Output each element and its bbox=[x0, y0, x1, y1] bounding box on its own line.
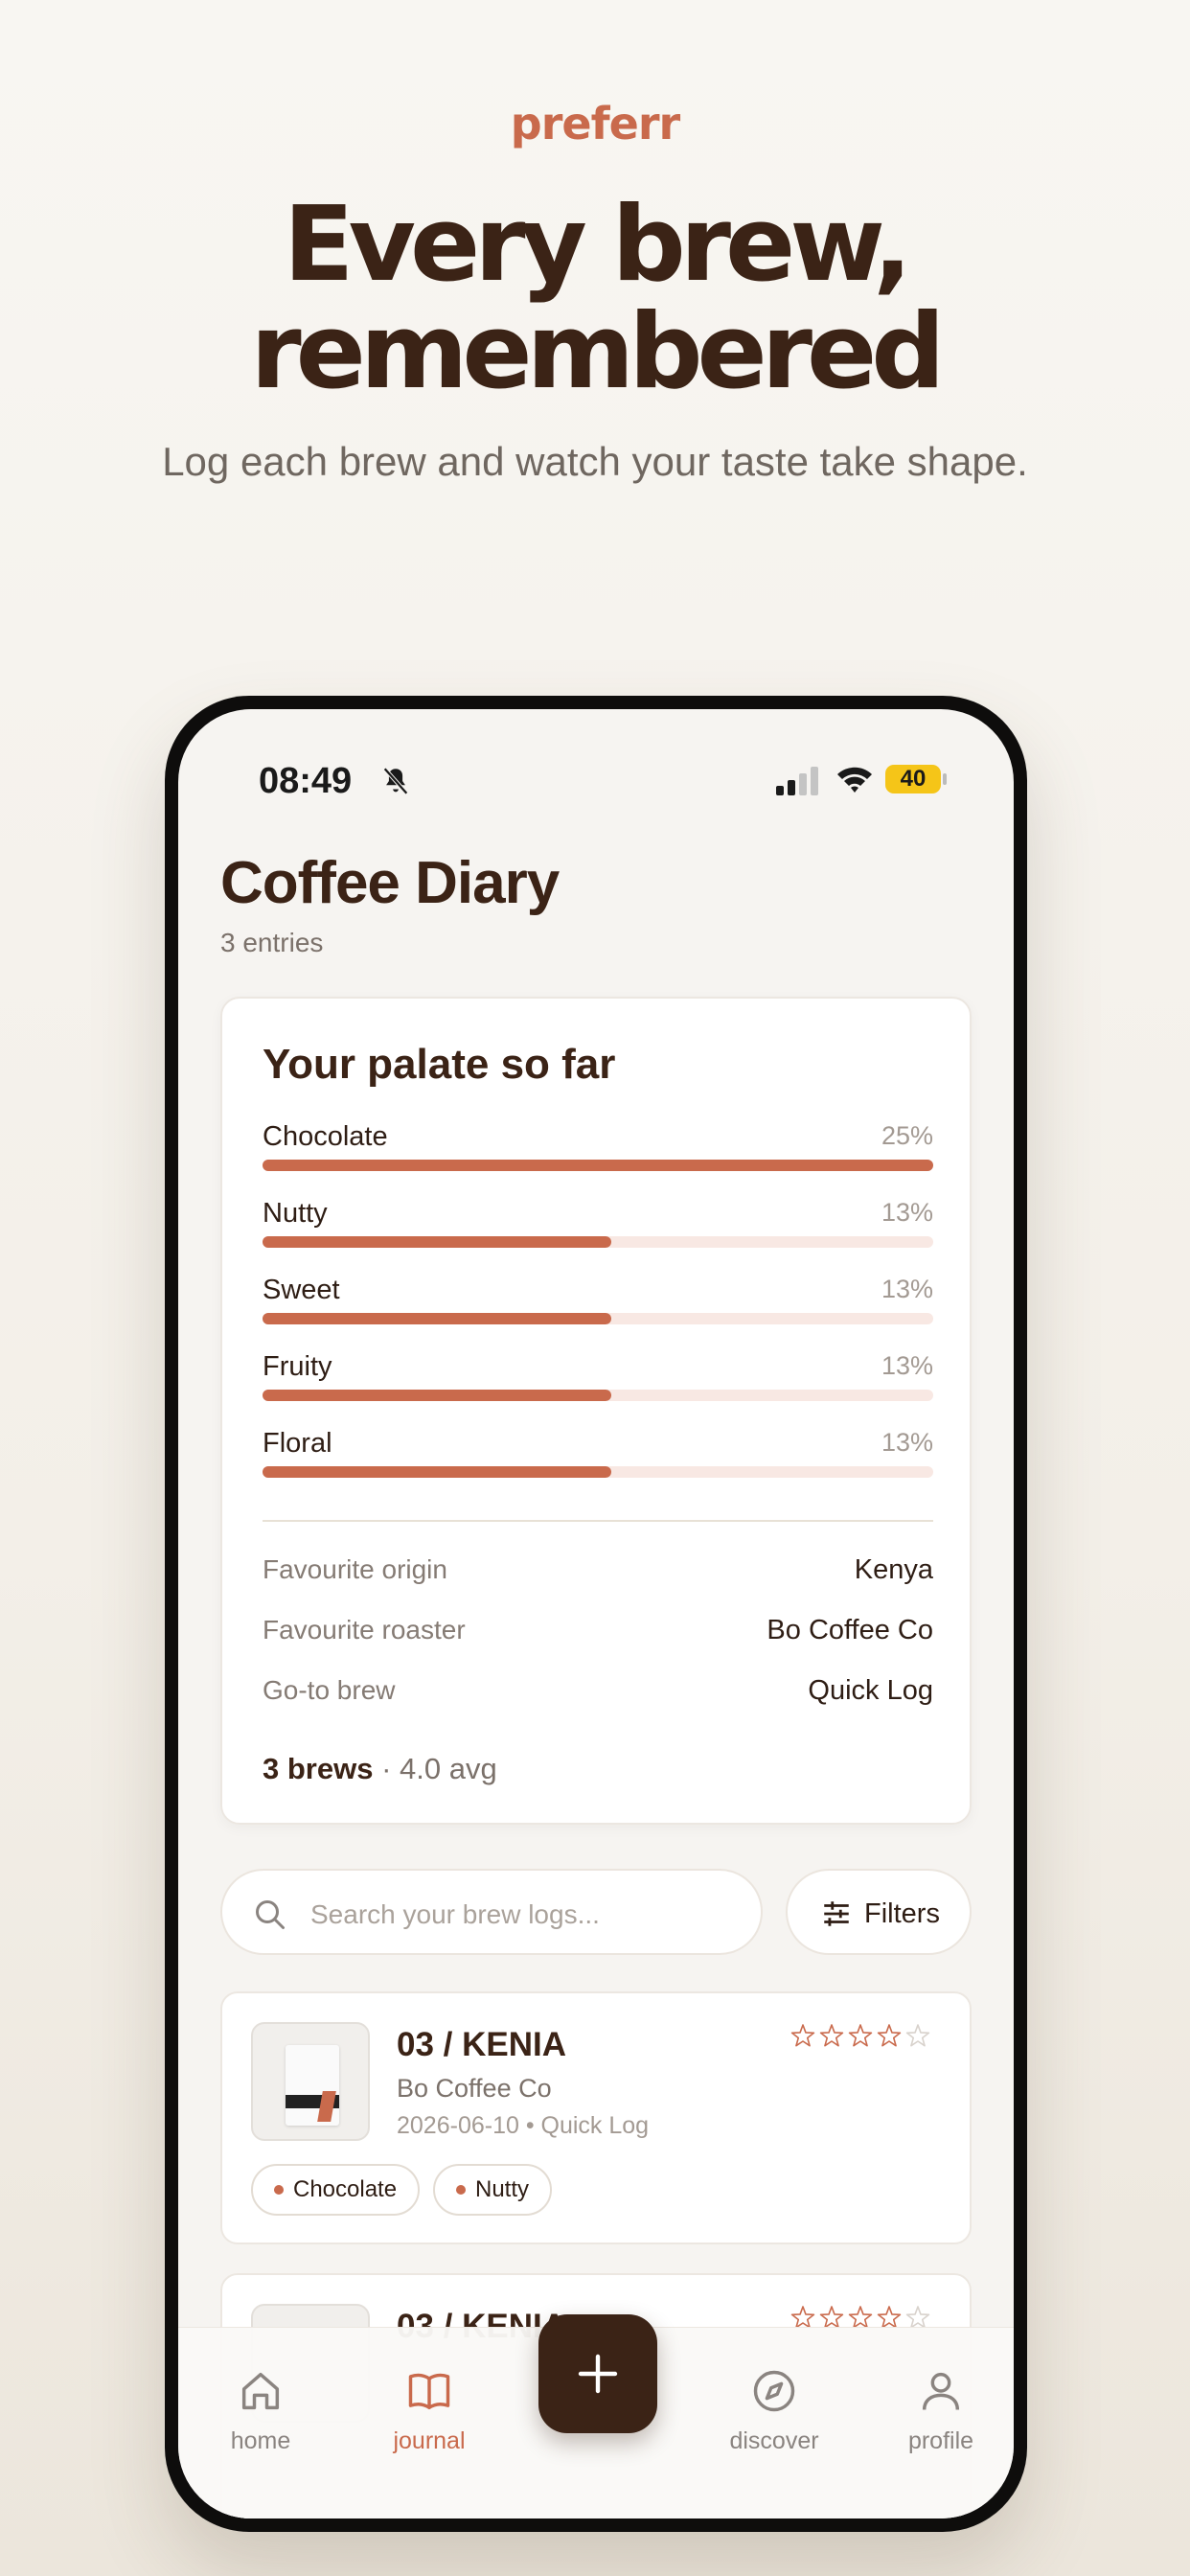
summary-count: 3 brews bbox=[263, 1752, 374, 1785]
headline-line-1: Every brew, bbox=[283, 185, 912, 305]
home-icon bbox=[241, 2372, 280, 2410]
star-icon bbox=[819, 2306, 844, 2329]
marketing-subhead: Log each brew and watch your taste take … bbox=[162, 439, 1028, 484]
flavor-percent: 13% bbox=[881, 1198, 933, 1227]
tab-discover[interactable]: discover bbox=[707, 2366, 841, 2472]
tab-label: profile bbox=[907, 2427, 974, 2454]
star-rating bbox=[790, 2024, 930, 2047]
stat-row-brew: Go-to brew Quick Log bbox=[263, 1675, 933, 1714]
palate-card: Your palate so far Chocolate 25% Nutty 1… bbox=[220, 997, 972, 1825]
stat-value: Quick Log bbox=[808, 1675, 933, 1706]
flavor-row: Chocolate 25% bbox=[263, 1121, 933, 1179]
signal-icon bbox=[776, 767, 818, 795]
flavor-name: Fruity bbox=[263, 1351, 332, 1382]
palate-divider bbox=[263, 1520, 933, 1522]
flavor-bar-track bbox=[263, 1160, 933, 1171]
flavor-percent: 25% bbox=[881, 1121, 933, 1150]
star-icon bbox=[819, 2024, 844, 2047]
star-icon bbox=[905, 2024, 930, 2047]
flavor-percent: 13% bbox=[881, 1428, 933, 1457]
compass-icon bbox=[753, 2370, 795, 2412]
page-title: Coffee Diary bbox=[220, 850, 560, 916]
flavor-percent: 13% bbox=[881, 1275, 933, 1303]
star-icon bbox=[877, 2306, 902, 2329]
flavor-name: Floral bbox=[263, 1428, 332, 1459]
flavor-name: Chocolate bbox=[263, 1121, 388, 1152]
bell-muted-icon bbox=[383, 767, 408, 795]
filters-button[interactable]: Filters bbox=[786, 1869, 972, 1955]
plus-icon bbox=[578, 2354, 618, 2394]
star-icon bbox=[790, 2024, 815, 2047]
summary-avg: · 4.0 avg bbox=[381, 1752, 497, 1785]
palate-title: Your palate so far bbox=[263, 1041, 616, 1088]
entry-title: 03 / KENIA bbox=[397, 2026, 566, 2063]
battery-indicator: 40 bbox=[885, 765, 941, 794]
flavor-bar-fill bbox=[263, 1313, 611, 1324]
flavor-bar-fill bbox=[263, 1466, 611, 1478]
stat-value: Kenya bbox=[854, 1554, 933, 1585]
stat-label: Favourite roaster bbox=[263, 1615, 466, 1644]
stat-value: Bo Coffee Co bbox=[767, 1615, 933, 1645]
flavor-bar-track bbox=[263, 1390, 933, 1401]
flavor-row: Sweet 13% bbox=[263, 1275, 933, 1332]
tab-label: home bbox=[230, 2427, 291, 2454]
star-icon bbox=[848, 2306, 873, 2329]
tag-dot bbox=[274, 2185, 284, 2195]
stat-row-roaster: Favourite roaster Bo Coffee Co bbox=[263, 1615, 933, 1653]
flavor-bar-fill bbox=[263, 1236, 611, 1248]
flavor-tag: Nutty bbox=[433, 2164, 553, 2216]
flavor-bar-track bbox=[263, 1236, 933, 1248]
star-icon bbox=[877, 2024, 902, 2047]
user-icon bbox=[922, 2372, 960, 2410]
tag-label: Chocolate bbox=[293, 2176, 398, 2202]
entry-count: 3 entries bbox=[220, 928, 324, 957]
star-icon bbox=[905, 2306, 930, 2329]
flavor-bar-fill bbox=[263, 1390, 611, 1401]
tab-journal[interactable]: journal bbox=[362, 2366, 496, 2472]
flavor-row: Floral 13% bbox=[263, 1428, 933, 1485]
flavor-name: Nutty bbox=[263, 1198, 328, 1229]
coffee-bag-image bbox=[286, 2045, 339, 2126]
brew-entry-card[interactable]: 03 / KENIA Bo Coffee Co 2026-06-10 • Qui… bbox=[220, 1991, 972, 2244]
filters-label: Filters bbox=[864, 1898, 940, 1929]
flavor-bar-track bbox=[263, 1313, 933, 1324]
flavor-bar-track bbox=[263, 1466, 933, 1478]
tag-label: Nutty bbox=[475, 2176, 530, 2202]
flavor-row: Fruity 13% bbox=[263, 1351, 933, 1409]
battery-cap bbox=[943, 773, 947, 785]
tab-label: journal bbox=[393, 2427, 466, 2454]
star-icon bbox=[790, 2306, 815, 2329]
headline-line-2: remembered bbox=[250, 292, 945, 412]
phone-frame: 08:49 40 Coffee Diary 3 entries Your pal… bbox=[165, 696, 1027, 2532]
tab-profile[interactable]: profile bbox=[874, 2366, 1008, 2472]
tab-home[interactable]: home bbox=[194, 2366, 328, 2472]
search-icon bbox=[256, 1900, 285, 1929]
flavor-bar-fill bbox=[263, 1160, 933, 1171]
brand-logo: preferr bbox=[510, 98, 680, 150]
tag-dot bbox=[456, 2185, 466, 2195]
flavor-name: Sweet bbox=[263, 1275, 340, 1305]
stat-label: Go-to brew bbox=[263, 1675, 396, 1705]
stat-row-origin: Favourite origin Kenya bbox=[263, 1554, 933, 1593]
marketing-headline: Every brew, remembered bbox=[0, 192, 1190, 406]
phone-screen: 08:49 40 Coffee Diary 3 entries Your pal… bbox=[178, 709, 1014, 2518]
search-input[interactable]: Search your brew logs... bbox=[220, 1869, 763, 1955]
add-brew-button[interactable] bbox=[538, 2314, 657, 2433]
book-icon bbox=[408, 2373, 450, 2410]
sliders-icon bbox=[824, 1901, 849, 1926]
status-time: 08:49 bbox=[259, 761, 353, 801]
entry-meta: 2026-06-10 • Quick Log bbox=[397, 2112, 650, 2139]
entry-roaster: Bo Coffee Co bbox=[397, 2074, 552, 2103]
tab-label: discover bbox=[729, 2427, 819, 2454]
star-icon bbox=[848, 2024, 873, 2047]
search-placeholder: Search your brew logs... bbox=[310, 1899, 600, 1929]
flavor-tag: Chocolate bbox=[251, 2164, 421, 2216]
wifi-icon bbox=[837, 767, 872, 793]
coffee-bag-thumbnail bbox=[251, 2022, 370, 2141]
flavor-row: Nutty 13% bbox=[263, 1198, 933, 1255]
palate-summary: 3 brews · 4.0 avg bbox=[263, 1752, 497, 1786]
flavor-percent: 13% bbox=[881, 1351, 933, 1380]
stat-label: Favourite origin bbox=[263, 1554, 447, 1584]
